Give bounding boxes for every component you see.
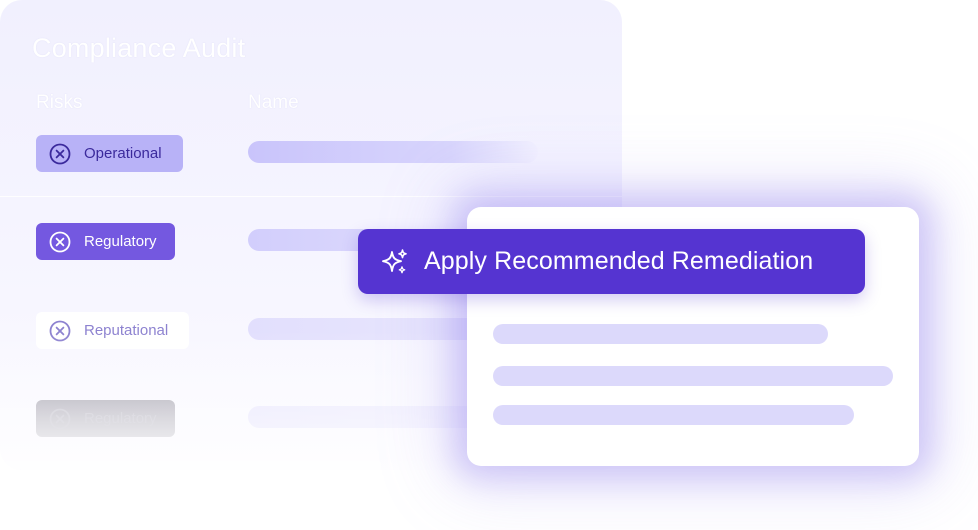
risk-label: Operational [84, 145, 162, 162]
apply-remediation-label: Apply Recommended Remediation [424, 247, 814, 275]
content-placeholder-line [493, 405, 854, 425]
row-divider [0, 196, 622, 197]
close-circle-icon [49, 143, 71, 164]
name-placeholder-bar [248, 318, 478, 340]
close-circle-icon [49, 408, 71, 429]
close-circle-icon [49, 231, 71, 252]
audit-title: Compliance Audit [32, 33, 246, 63]
risk-badge-operational[interactable]: Operational [36, 135, 183, 172]
sparkle-icon [382, 248, 407, 273]
risk-label: Regulatory [84, 410, 157, 427]
risk-badge-regulatory-disabled[interactable]: Regulatory [36, 400, 175, 437]
close-circle-icon [49, 320, 71, 341]
column-header-risks: Risks [36, 92, 83, 113]
column-header-name: Name [248, 92, 299, 113]
risk-label: Regulatory [84, 233, 157, 250]
stage: Compliance Audit Risks Name Operational … [0, 0, 978, 530]
risk-label: Reputational [84, 322, 169, 339]
risk-badge-regulatory[interactable]: Regulatory [36, 223, 175, 260]
name-placeholder-bar [248, 406, 478, 428]
content-placeholder-line [493, 324, 828, 344]
risk-badge-reputational[interactable]: Reputational [36, 312, 189, 349]
name-placeholder-bar [248, 141, 538, 163]
apply-remediation-button[interactable]: Apply Recommended Remediation [358, 229, 865, 294]
content-placeholder-line [493, 366, 893, 386]
